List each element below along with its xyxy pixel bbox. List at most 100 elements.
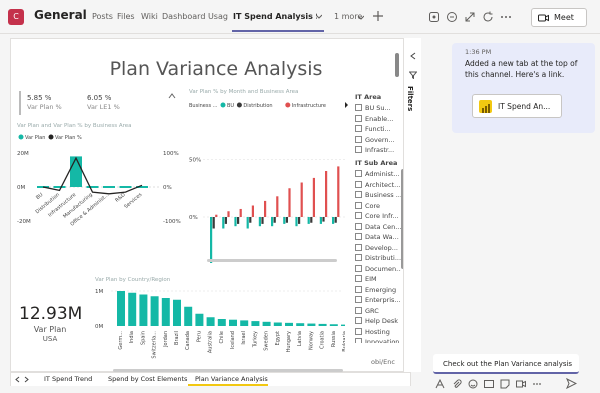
refresh-icon[interactable] (482, 11, 494, 23)
checkbox[interactable] (355, 275, 362, 282)
legend-label: Var Plan (25, 135, 45, 141)
meet-now-icon[interactable] (516, 379, 526, 389)
y-tick: 0M (95, 324, 103, 330)
y2-tick: 100% (163, 151, 179, 157)
it-sub-area-item[interactable]: GRC (355, 306, 379, 315)
it-sub-area-item-label: GRC (365, 306, 379, 315)
page-tab-plan-variance[interactable]: Plan Variance Analysis (195, 375, 268, 383)
send-icon[interactable] (566, 378, 577, 389)
it-sub-area-item-label: Enterpris... (365, 296, 401, 304)
x-tick: Canada (185, 331, 191, 350)
checkbox[interactable] (355, 338, 362, 343)
prev-page-icon[interactable] (14, 376, 20, 383)
checkbox[interactable] (355, 327, 362, 335)
report-scrollbar[interactable] (395, 53, 399, 77)
filters-pane[interactable]: Filters (403, 38, 421, 372)
powerbi-report: Plan Variance Analysis 5.85 % Var Plan %… (10, 38, 411, 372)
it-area-item[interactable]: BU Su... (355, 104, 391, 112)
it-sub-area-item-label: Business ... (365, 191, 401, 199)
sticker-icon[interactable] (500, 379, 510, 389)
x-tick: BU (35, 192, 45, 201)
checkbox[interactable] (355, 264, 362, 272)
tab-wiki[interactable]: Wiki (141, 12, 158, 21)
checkbox[interactable] (355, 233, 362, 240)
tab-it-spend-analysis[interactable]: IT Spend Analysis Sa... (233, 12, 317, 21)
bar (285, 322, 293, 326)
checkbox[interactable] (355, 317, 362, 324)
checkbox[interactable] (355, 254, 362, 261)
bar (329, 324, 338, 326)
bar (86, 186, 99, 188)
it-area-item[interactable]: Infrastr... (355, 146, 394, 154)
checkbox[interactable] (355, 222, 362, 230)
kpi-collapse-icon[interactable] (168, 93, 176, 99)
expand-icon[interactable] (464, 11, 476, 23)
bar (215, 214, 218, 217)
it-sub-area-item[interactable]: Emerging (355, 285, 396, 294)
it-sub-area-item[interactable]: Administ... (355, 170, 400, 178)
checkbox[interactable] (355, 146, 362, 153)
it-sub-area-item[interactable]: Help Desk (355, 317, 398, 325)
checkbox[interactable] (355, 212, 362, 219)
attach-icon[interactable] (452, 379, 462, 389)
checkbox[interactable] (355, 191, 362, 198)
checkbox[interactable] (355, 180, 362, 188)
it-sub-area-item[interactable]: Enterpris... (355, 296, 401, 304)
tab-posts[interactable]: Posts (92, 12, 113, 21)
bar (307, 323, 316, 326)
app-icon[interactable] (428, 11, 440, 23)
emoji-icon[interactable] (468, 379, 478, 389)
it-sub-area-item[interactable]: Data Wa... (355, 233, 399, 241)
it-area-item-label: Govern... (365, 135, 395, 144)
more-chevron-icon[interactable] (358, 15, 364, 21)
tab-link-card[interactable]: IT Spend An... (472, 94, 562, 118)
it-sub-area-item[interactable]: Core (355, 201, 380, 210)
it-sub-area-item[interactable]: Develop... (355, 243, 398, 252)
it-sub-area-item[interactable]: Business ... (355, 191, 401, 199)
compose-box[interactable]: Check out the Plan Variance analysis (433, 354, 579, 374)
bar (264, 200, 267, 217)
checkbox[interactable] (355, 125, 362, 132)
it-sub-area-item[interactable]: Core Infr... (355, 212, 399, 220)
more-apps-icon[interactable] (532, 379, 542, 389)
bar (332, 217, 335, 224)
tab-dashboard-usage[interactable]: Dashboard Usage Met... (162, 12, 228, 21)
checkbox[interactable] (355, 104, 362, 111)
it-area-item[interactable]: Functi... (355, 125, 391, 133)
chat-icon[interactable] (446, 11, 458, 23)
it-sub-area-item[interactable]: Hosting (355, 327, 390, 336)
meet-button[interactable]: Meet (531, 8, 587, 27)
it-area-item[interactable]: Govern... (355, 135, 395, 144)
bar (161, 298, 170, 326)
tab-chevron-icon[interactable] (316, 14, 322, 20)
legend-label: BU (227, 103, 234, 109)
page-tab-it-spend-trend[interactable]: IT Spend Trend (44, 375, 92, 383)
it-sub-area-item[interactable]: EIM (355, 275, 377, 283)
checkbox[interactable] (355, 114, 362, 122)
it-area-item[interactable]: Enable... (355, 114, 393, 123)
it-sub-area-item-label: Data Wa... (365, 233, 399, 241)
tab-files[interactable]: Files (117, 12, 135, 21)
checkbox[interactable] (355, 285, 362, 293)
add-tab-icon[interactable] (372, 10, 384, 22)
it-sub-area-item[interactable]: Innovation (355, 338, 399, 343)
page-tab-spend-by-cost[interactable]: Spend by Cost Elements (108, 375, 187, 383)
checkbox[interactable] (355, 243, 362, 251)
next-page-icon[interactable] (24, 376, 30, 383)
bar (119, 186, 132, 188)
it-sub-area-item[interactable]: Documen... (355, 264, 401, 273)
more-options-icon[interactable] (500, 11, 512, 23)
checkbox[interactable] (355, 306, 362, 314)
bar (318, 323, 327, 326)
it-sub-area-item[interactable]: Architect... (355, 180, 400, 189)
gif-icon[interactable] (484, 379, 494, 389)
collapse-chevron-icon[interactable] (409, 52, 416, 60)
format-icon[interactable] (435, 379, 445, 389)
checkbox[interactable] (355, 135, 362, 143)
x-tick: Hungary (286, 331, 292, 352)
checkbox[interactable] (355, 201, 362, 209)
checkbox[interactable] (355, 296, 362, 303)
checkbox[interactable] (355, 170, 362, 177)
it-sub-area-item[interactable]: Data Cen... (355, 222, 401, 231)
it-sub-area-item[interactable]: Distributi... (355, 254, 401, 262)
